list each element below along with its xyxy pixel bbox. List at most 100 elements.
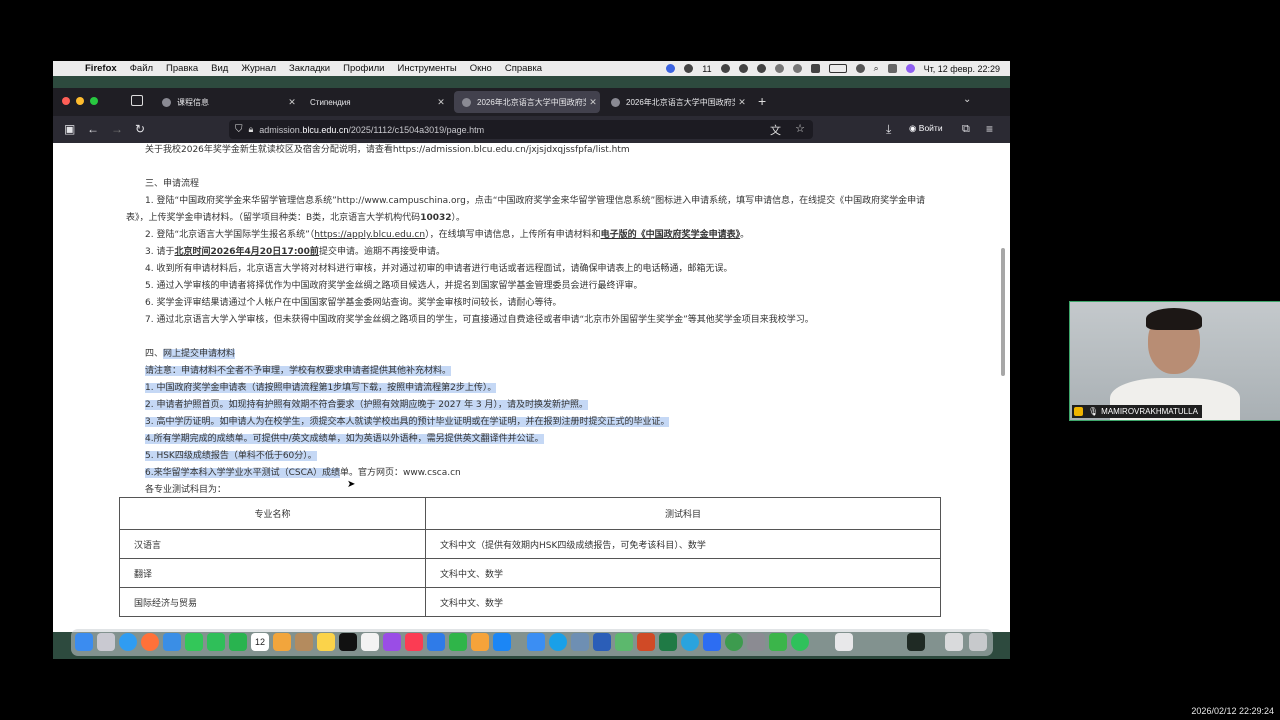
document-icon[interactable]: [835, 633, 853, 651]
apply-system-link[interactable]: https://apply.blcu.edu.cn: [314, 230, 425, 240]
vpn-status-icon[interactable]: [774, 64, 784, 73]
battery-icon[interactable]: [828, 64, 847, 73]
play-status-icon[interactable]: [792, 64, 802, 73]
photos-icon[interactable]: [273, 633, 291, 651]
wechat-status-icon[interactable]: [684, 64, 694, 73]
table-cell: 文科中文（提供有效期内HSK四级成绩报告，可免考该科目）、数学: [425, 529, 941, 559]
app-menu-icon[interactable]: ≡: [986, 122, 993, 136]
mail-icon[interactable]: [163, 633, 181, 651]
tab-overview-icon[interactable]: [131, 95, 143, 106]
zoom-status-icon[interactable]: [666, 64, 676, 73]
safari-icon[interactable]: [119, 633, 137, 651]
chrome-icon[interactable]: [725, 633, 743, 651]
extensions-icon[interactable]: ⧉: [962, 122, 970, 136]
back-button[interactable]: ←: [87, 122, 99, 136]
keynote-icon[interactable]: [427, 633, 445, 651]
close-tab-icon[interactable]: ✕: [586, 97, 600, 108]
contacts-icon[interactable]: [295, 633, 313, 651]
calendar-icon[interactable]: 12: [251, 633, 269, 651]
reminders-icon[interactable]: [361, 633, 379, 651]
messages-icon[interactable]: [185, 633, 203, 651]
telegram-icon[interactable]: [681, 633, 699, 651]
tab-blcu-scholarship[interactable]: 2026年北京语言大学中国政府奖学金 ✕: [603, 91, 749, 113]
menu-profiles[interactable]: Профили: [343, 63, 384, 74]
close-tab-icon[interactable]: ✕: [434, 97, 448, 108]
tab-stipend[interactable]: Стипендия ✕: [302, 91, 448, 113]
lock-icon[interactable]: 🔒︎: [249, 124, 254, 135]
webcam-thumbnail[interactable]: 🎙︎ MAMIROVRAKHMATULLA: [1069, 301, 1280, 421]
zoom-window-button[interactable]: [90, 97, 98, 105]
whatsapp-icon[interactable]: [791, 633, 809, 651]
facetime-video-icon[interactable]: [229, 633, 247, 651]
menu-window[interactable]: Окно: [470, 63, 492, 74]
step-2-text: 2. 登陆“北京语言大学国际学生报名系统”（https://apply.blcu…: [145, 229, 749, 241]
telegram-status-icon[interactable]: [720, 64, 730, 73]
finder-icon[interactable]: [75, 633, 93, 651]
menu-firefox[interactable]: Firefox: [85, 63, 117, 74]
new-tab-button[interactable]: +: [758, 93, 766, 109]
tab-blcu-scholarship-active[interactable]: 2026年北京语言大学中国政府奖学金 ✕: [454, 91, 600, 113]
preview-icon[interactable]: [571, 633, 589, 651]
trash-icon[interactable]: [969, 633, 987, 651]
menu-help[interactable]: Справка: [505, 63, 542, 74]
podcasts-icon[interactable]: [383, 633, 401, 651]
forward-button[interactable]: →: [111, 122, 123, 136]
shield-icon[interactable]: ⛉: [235, 124, 243, 135]
pages-icon[interactable]: [471, 633, 489, 651]
step-3-post: 提交申请。逾期不再接受申请。: [318, 247, 445, 257]
menu-history[interactable]: Журнал: [241, 63, 276, 74]
step-4-text: 4. 收到所有申请材料后，北京语言大学将对材料进行审核，并对通过初审的申请者进行…: [145, 264, 733, 274]
location-status-icon[interactable]: [738, 64, 748, 73]
globe-icon: [462, 97, 471, 107]
translate-icon[interactable]: 文: [770, 122, 781, 138]
menu-bookmarks[interactable]: Закладки: [289, 63, 330, 74]
wechat-icon[interactable]: [769, 633, 787, 651]
wifi-icon[interactable]: [855, 64, 865, 73]
system-settings-icon[interactable]: [747, 633, 765, 651]
material-6-rest: 单。官方网页：www.csca.cn: [340, 468, 461, 478]
menu-edit[interactable]: Правка: [166, 63, 198, 74]
downloads-icon[interactable]: ⤓: [886, 122, 891, 136]
menu-view[interactable]: Вид: [211, 63, 228, 74]
sidebar-icon[interactable]: ▣: [64, 122, 75, 136]
screenshot-icon[interactable]: [945, 633, 963, 651]
minimize-window-button[interactable]: [76, 97, 84, 105]
menu-tools[interactable]: Инструменты: [398, 63, 457, 74]
material-2: 2. 申请者护照首页。如现持有护照有效期不符合要求（护照有效期应晚于 2027 …: [145, 399, 589, 411]
app-store-icon[interactable]: [493, 633, 511, 651]
powerpoint-icon[interactable]: [637, 633, 655, 651]
facetime-icon[interactable]: [207, 633, 225, 651]
activity-monitor-icon[interactable]: [907, 633, 925, 651]
word-icon[interactable]: [593, 633, 611, 651]
menubar-datetime[interactable]: Чт, 12 февр. 22:29: [924, 64, 1000, 74]
testflight-icon[interactable]: [527, 633, 545, 651]
siri-icon[interactable]: [905, 64, 915, 73]
zoom-icon[interactable]: [703, 633, 721, 651]
skype-icon[interactable]: [549, 633, 567, 651]
close-window-button[interactable]: [62, 97, 70, 105]
excel-icon[interactable]: [659, 633, 677, 651]
close-tab-icon[interactable]: ✕: [285, 97, 299, 108]
url-bar[interactable]: ⛉ 🔒︎ admission. blcu.edu.cn/2025/1112/c15…: [229, 120, 813, 139]
menu-file[interactable]: Файл: [130, 63, 153, 74]
bookmark-star-icon[interactable]: ☆: [795, 122, 805, 135]
notes-icon[interactable]: [317, 633, 335, 651]
numbers-icon[interactable]: [449, 633, 467, 651]
step-1-text-post: ）。: [451, 213, 466, 223]
music-icon[interactable]: [405, 633, 423, 651]
search-icon[interactable]: ⌕: [874, 63, 879, 74]
gb-status-icon[interactable]: [810, 64, 820, 73]
close-tab-icon[interactable]: ✕: [735, 97, 749, 108]
tv-icon[interactable]: [339, 633, 357, 651]
firefox-icon[interactable]: [141, 633, 159, 651]
page-scrollbar[interactable]: [1001, 248, 1005, 376]
reload-button[interactable]: ↻: [135, 122, 145, 136]
participant-hair: [1146, 308, 1202, 330]
list-all-tabs-icon[interactable]: ⌄: [963, 94, 971, 105]
skype-status-icon[interactable]: [756, 64, 766, 73]
control-center-icon[interactable]: [887, 64, 897, 73]
launchpad-icon[interactable]: [97, 633, 115, 651]
maps-icon[interactable]: [615, 633, 633, 651]
tab-course-info[interactable]: 课程信息 ✕: [154, 91, 299, 113]
account-signin-button[interactable]: ◉ Войти: [909, 123, 943, 134]
